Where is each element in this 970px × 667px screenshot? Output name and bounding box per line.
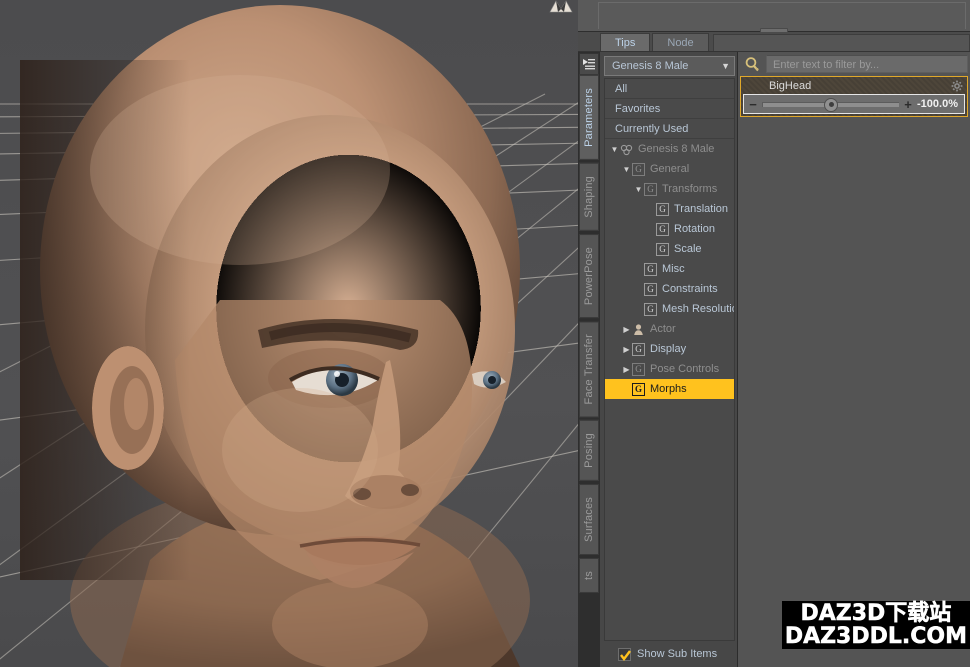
tree-item-label: Pose Controls: [650, 363, 719, 375]
dock-top-pane: [578, 0, 970, 32]
twisty-down-icon[interactable]: ▼: [609, 145, 620, 154]
property-list-pane: Enter text to filter by... BigHead: [738, 52, 970, 667]
g-badge-icon: G: [632, 343, 645, 356]
tree-item-rotation[interactable]: G Rotation: [605, 219, 734, 239]
g-badge-icon: G: [644, 283, 657, 296]
search-icon[interactable]: [742, 54, 762, 74]
tree-item-misc[interactable]: G Misc: [605, 259, 734, 279]
g-badge-icon: G: [644, 303, 657, 316]
dock-body: Parameters Shaping PowerPose Face Transf…: [578, 52, 970, 667]
twisty-down-icon[interactable]: ▼: [633, 185, 644, 194]
tree-item-label: Transforms: [662, 183, 717, 195]
tree-item-transforms[interactable]: ▼ G Transforms: [605, 179, 734, 199]
genesis-8-male-head: [0, 0, 578, 667]
tabbar-filler: [713, 34, 970, 51]
tree-item-scale[interactable]: G Scale: [605, 239, 734, 259]
tree-item-label: Genesis 8 Male: [638, 143, 714, 155]
twisty-right-icon[interactable]: ▶: [621, 365, 632, 374]
tree-item-translation[interactable]: G Translation: [605, 199, 734, 219]
tree-item-pose-controls[interactable]: ▶ G Pose Controls: [605, 359, 734, 379]
figure-selector-dropdown[interactable]: Genesis 8 Male ▼: [604, 56, 735, 76]
actor-icon: [632, 323, 645, 336]
tree-item-label: All: [609, 83, 627, 95]
property-name: BigHead: [769, 80, 811, 92]
dock-top-content: [598, 2, 966, 29]
g-badge-icon: G: [656, 203, 669, 216]
property-header: BigHead: [741, 77, 967, 94]
watermark-line-2: DAZ3DDL.COM: [785, 625, 967, 648]
slider-track[interactable]: [762, 102, 899, 107]
g-badge-icon: G: [632, 383, 645, 396]
g-badge-icon: G: [656, 223, 669, 236]
slider-handle[interactable]: [824, 98, 838, 112]
show-sub-items-checkbox[interactable]: [618, 648, 631, 661]
tree-item-constraints[interactable]: G Constraints: [605, 279, 734, 299]
property-row-bighead[interactable]: BigHead: [740, 76, 968, 117]
sidebar-tab-posing[interactable]: Posing: [579, 420, 599, 481]
tree-item-label: Favorites: [609, 103, 660, 115]
sidebar-tab-face-transfer[interactable]: Face Transfer: [579, 321, 599, 417]
tree-item-mesh-resolution[interactable]: G Mesh Resolution: [605, 299, 734, 319]
view-cube-icon[interactable]: [548, 0, 574, 13]
tree-item-label: Display: [650, 343, 686, 355]
watermark-line-1: DAZ3D下载站: [785, 602, 967, 625]
twisty-right-icon[interactable]: ▶: [621, 345, 632, 354]
show-sub-items-label: Show Sub Items: [637, 648, 717, 660]
g-badge-icon: G: [644, 183, 657, 196]
tree-item-label: Mesh Resolution: [662, 303, 735, 315]
tree-item-general[interactable]: ▼ G General: [605, 159, 734, 179]
tree-item-label: Currently Used: [609, 123, 688, 135]
figure-selector-value: Genesis 8 Male: [612, 60, 688, 72]
tree-item-label: Translation: [674, 203, 728, 215]
sidebar-tab-powerpose[interactable]: PowerPose: [579, 234, 599, 318]
tree-item-label: Rotation: [674, 223, 715, 235]
g-badge-icon: G: [656, 243, 669, 256]
tree-item-all[interactable]: All: [605, 79, 734, 99]
tree-item-display[interactable]: ▶ G Display: [605, 339, 734, 359]
slider-increment-button[interactable]: +: [903, 98, 913, 111]
tab-tips[interactable]: Tips: [600, 33, 650, 51]
figure-icon: [620, 143, 633, 156]
right-dock: Tips Node Parameters Shaping Pow: [578, 0, 970, 667]
parameter-tree[interactable]: All Favorites Currently Used ▼: [604, 78, 735, 641]
sidebar-tab-more[interactable]: ts: [579, 558, 599, 593]
twisty-right-icon[interactable]: ▶: [621, 325, 632, 334]
panel-options-icon[interactable]: [579, 53, 599, 75]
tree-item-genesis-8-male[interactable]: ▼ Genesis 8 Male: [605, 139, 734, 159]
tree-item-currently-used[interactable]: Currently Used: [605, 119, 734, 139]
tree-item-actor[interactable]: ▶ Actor: [605, 319, 734, 339]
tree-item-label: Scale: [674, 243, 702, 255]
sidebar-tab-shaping[interactable]: Shaping: [579, 163, 599, 231]
tree-item-label: Misc: [662, 263, 685, 275]
filter-bar: Enter text to filter by...: [738, 52, 970, 76]
daz-studio-window: Tips Node Parameters Shaping Pow: [0, 0, 970, 667]
gear-icon[interactable]: [951, 80, 963, 92]
viewport[interactable]: [0, 0, 578, 667]
chevron-down-icon: ▼: [721, 61, 730, 71]
tree-item-favorites[interactable]: Favorites: [605, 99, 734, 119]
show-sub-items-row[interactable]: Show Sub Items: [604, 641, 735, 667]
g-badge-icon: G: [644, 263, 657, 276]
tree-item-morphs[interactable]: G Morphs: [605, 379, 734, 399]
sidebar-tab-parameters[interactable]: Parameters: [579, 75, 599, 160]
tree-item-label: Constraints: [662, 283, 718, 295]
slider-decrement-button[interactable]: −: [748, 98, 758, 111]
checkmark-icon: [620, 650, 631, 661]
g-badge-icon: G: [632, 163, 645, 176]
property-value[interactable]: -100.0%: [917, 98, 960, 110]
tips-node-tabbar: Tips Node: [578, 32, 970, 52]
property-slider[interactable]: − + -100.0%: [743, 94, 965, 114]
vertical-tab-strip: Parameters Shaping PowerPose Face Transf…: [578, 52, 600, 667]
tree-item-label: Morphs: [650, 383, 687, 395]
tree-item-label: Actor: [650, 323, 676, 335]
g-badge-icon: G: [632, 363, 645, 376]
parameters-pane: Genesis 8 Male ▼ All Favorites Currently…: [600, 52, 970, 667]
filter-input[interactable]: Enter text to filter by...: [766, 55, 968, 73]
sidebar-tab-surfaces[interactable]: Surfaces: [579, 484, 599, 555]
tree-item-label: General: [650, 163, 689, 175]
site-watermark: DAZ3D下载站 DAZ3DDL.COM: [782, 601, 970, 649]
tab-node[interactable]: Node: [652, 33, 708, 51]
parameter-tree-pane: Genesis 8 Male ▼ All Favorites Currently…: [600, 52, 738, 667]
twisty-down-icon[interactable]: ▼: [621, 165, 632, 174]
